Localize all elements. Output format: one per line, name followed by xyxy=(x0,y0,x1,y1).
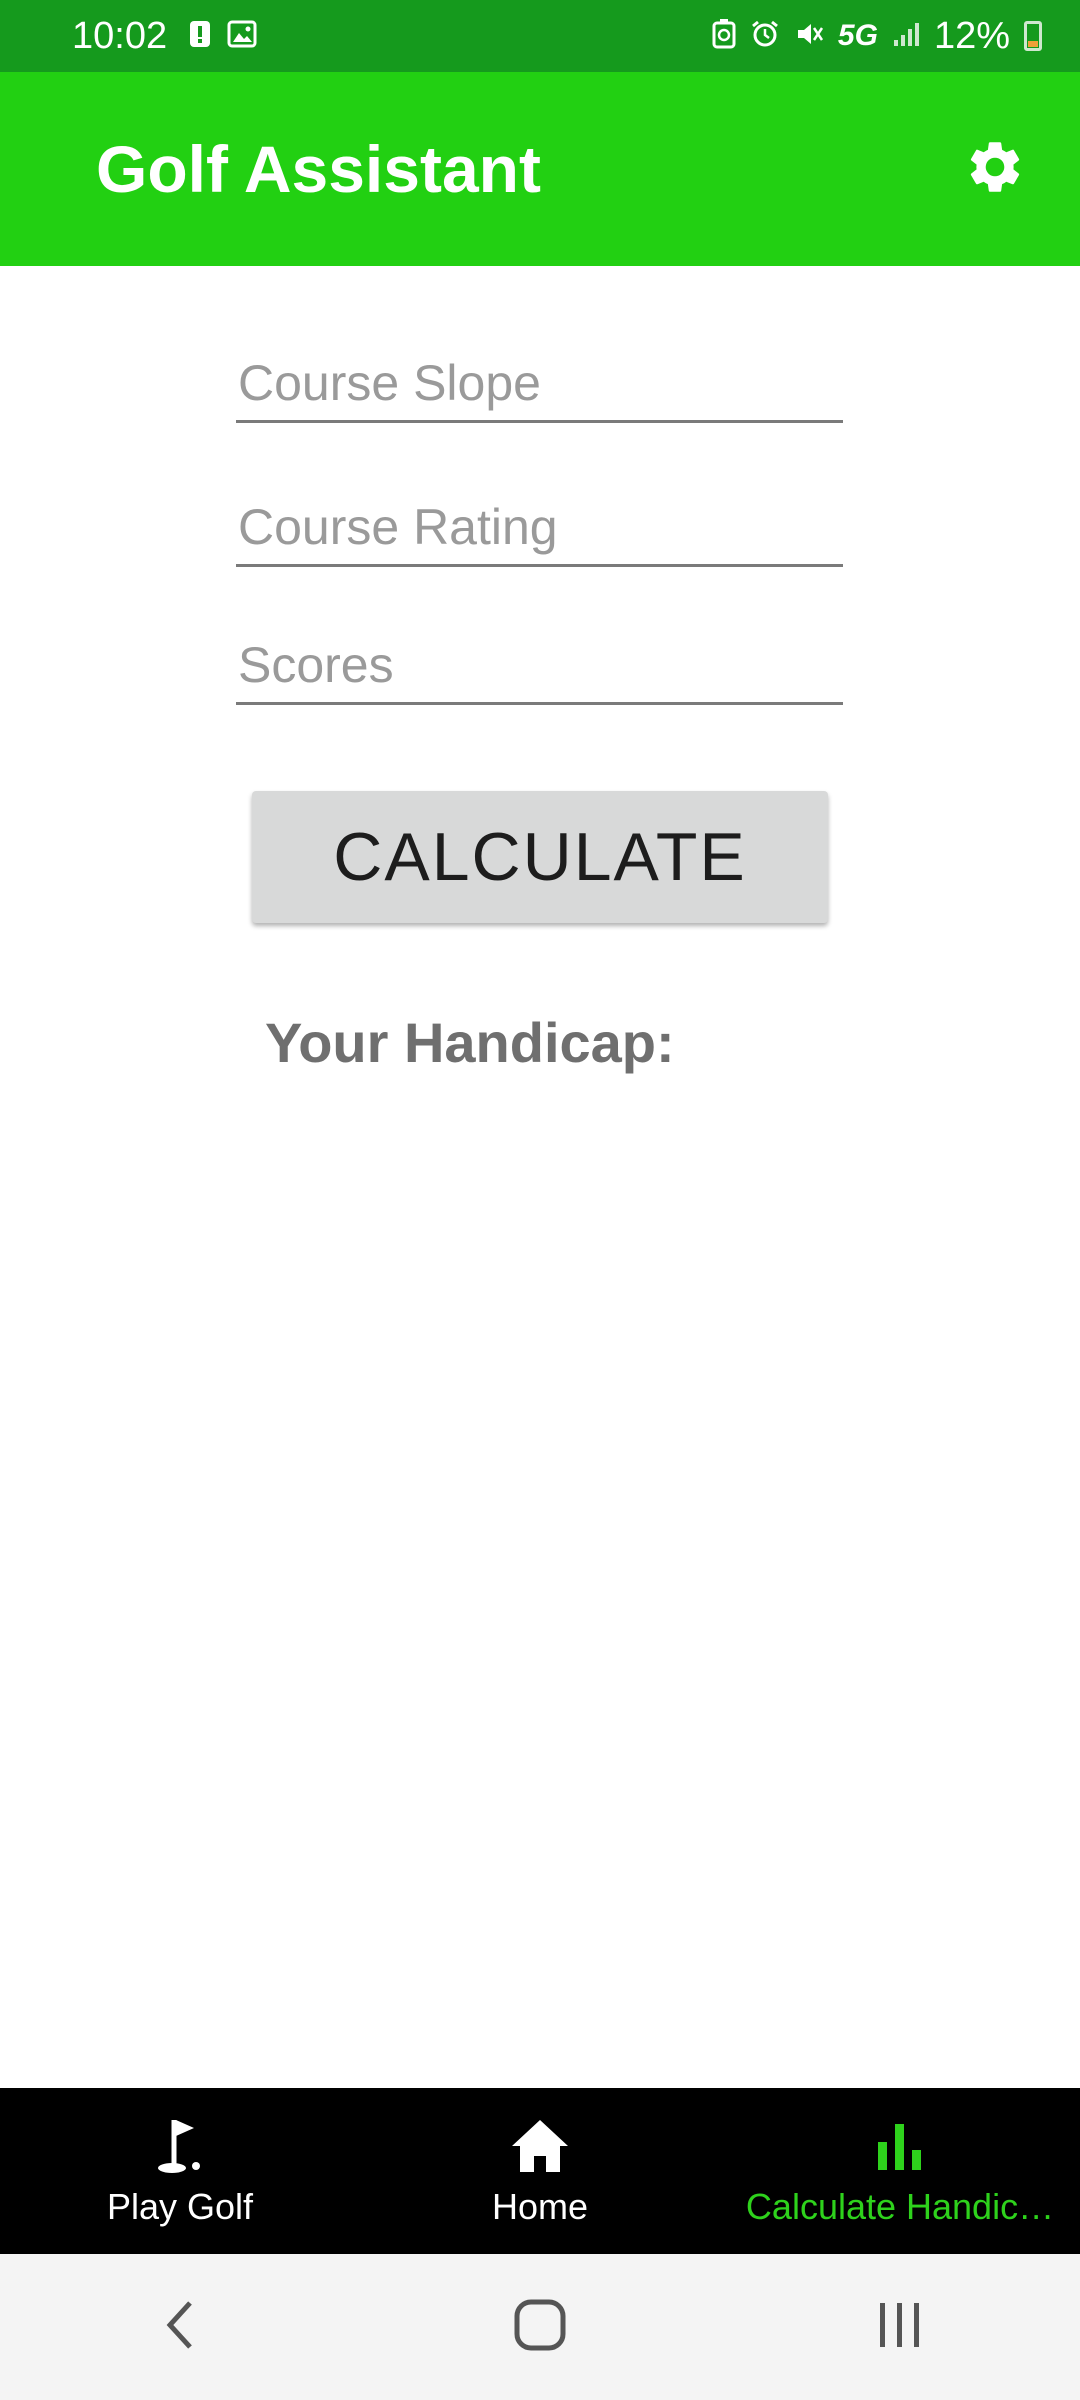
recycle-battery-icon xyxy=(712,18,736,54)
nav-item-calculate-handicap[interactable]: Calculate Handic… xyxy=(720,2088,1080,2254)
status-notification-icons xyxy=(189,20,257,53)
battery-percent: 12% xyxy=(933,14,1010,57)
nav-item-play-golf[interactable]: Play Golf xyxy=(0,2088,360,2254)
status-time: 10:02 xyxy=(72,14,168,57)
app-bar: Golf Assistant xyxy=(0,72,1080,266)
home-system-button[interactable] xyxy=(480,2277,600,2377)
nav-label-calculate-handicap: Calculate Handic… xyxy=(745,2186,1055,2227)
golf-flag-icon xyxy=(148,2114,212,2178)
course-rating-input[interactable] xyxy=(236,489,843,567)
nav-label-play-golf: Play Golf xyxy=(106,2186,254,2227)
alarm-icon xyxy=(750,19,780,54)
status-bar: 10:02 5G 12% xyxy=(0,0,1080,72)
settings-button[interactable] xyxy=(960,134,1030,204)
image-notification-icon xyxy=(227,20,257,53)
gear-icon xyxy=(964,136,1026,203)
back-button[interactable] xyxy=(120,2277,240,2377)
home-square-icon xyxy=(512,2297,568,2358)
handicap-result-label: Your Handicap: xyxy=(265,1011,675,1074)
signal-icon xyxy=(892,20,920,53)
app-title: Golf Assistant xyxy=(96,132,541,206)
recent-apps-button[interactable] xyxy=(840,2277,960,2377)
bottom-navigation: Play Golf Home Calculate Handic… xyxy=(0,2088,1080,2254)
back-chevron-icon xyxy=(160,2297,200,2358)
bar-chart-icon xyxy=(868,2114,932,2178)
nav-item-home[interactable]: Home xyxy=(360,2088,720,2254)
calculate-button[interactable]: CALCULATE xyxy=(252,791,828,923)
battery-icon xyxy=(1024,21,1042,51)
nav-label-home: Home xyxy=(491,2186,589,2227)
mute-icon xyxy=(794,19,824,54)
course-slope-input[interactable] xyxy=(236,345,843,423)
alert-notification-icon xyxy=(189,20,211,53)
home-icon xyxy=(508,2114,572,2178)
scores-input[interactable] xyxy=(236,627,843,705)
recents-icon xyxy=(872,2297,928,2358)
network-type-label: 5G xyxy=(837,19,878,52)
system-navigation-bar xyxy=(0,2254,1080,2400)
status-system-icons: 5G 12% xyxy=(712,15,1042,58)
